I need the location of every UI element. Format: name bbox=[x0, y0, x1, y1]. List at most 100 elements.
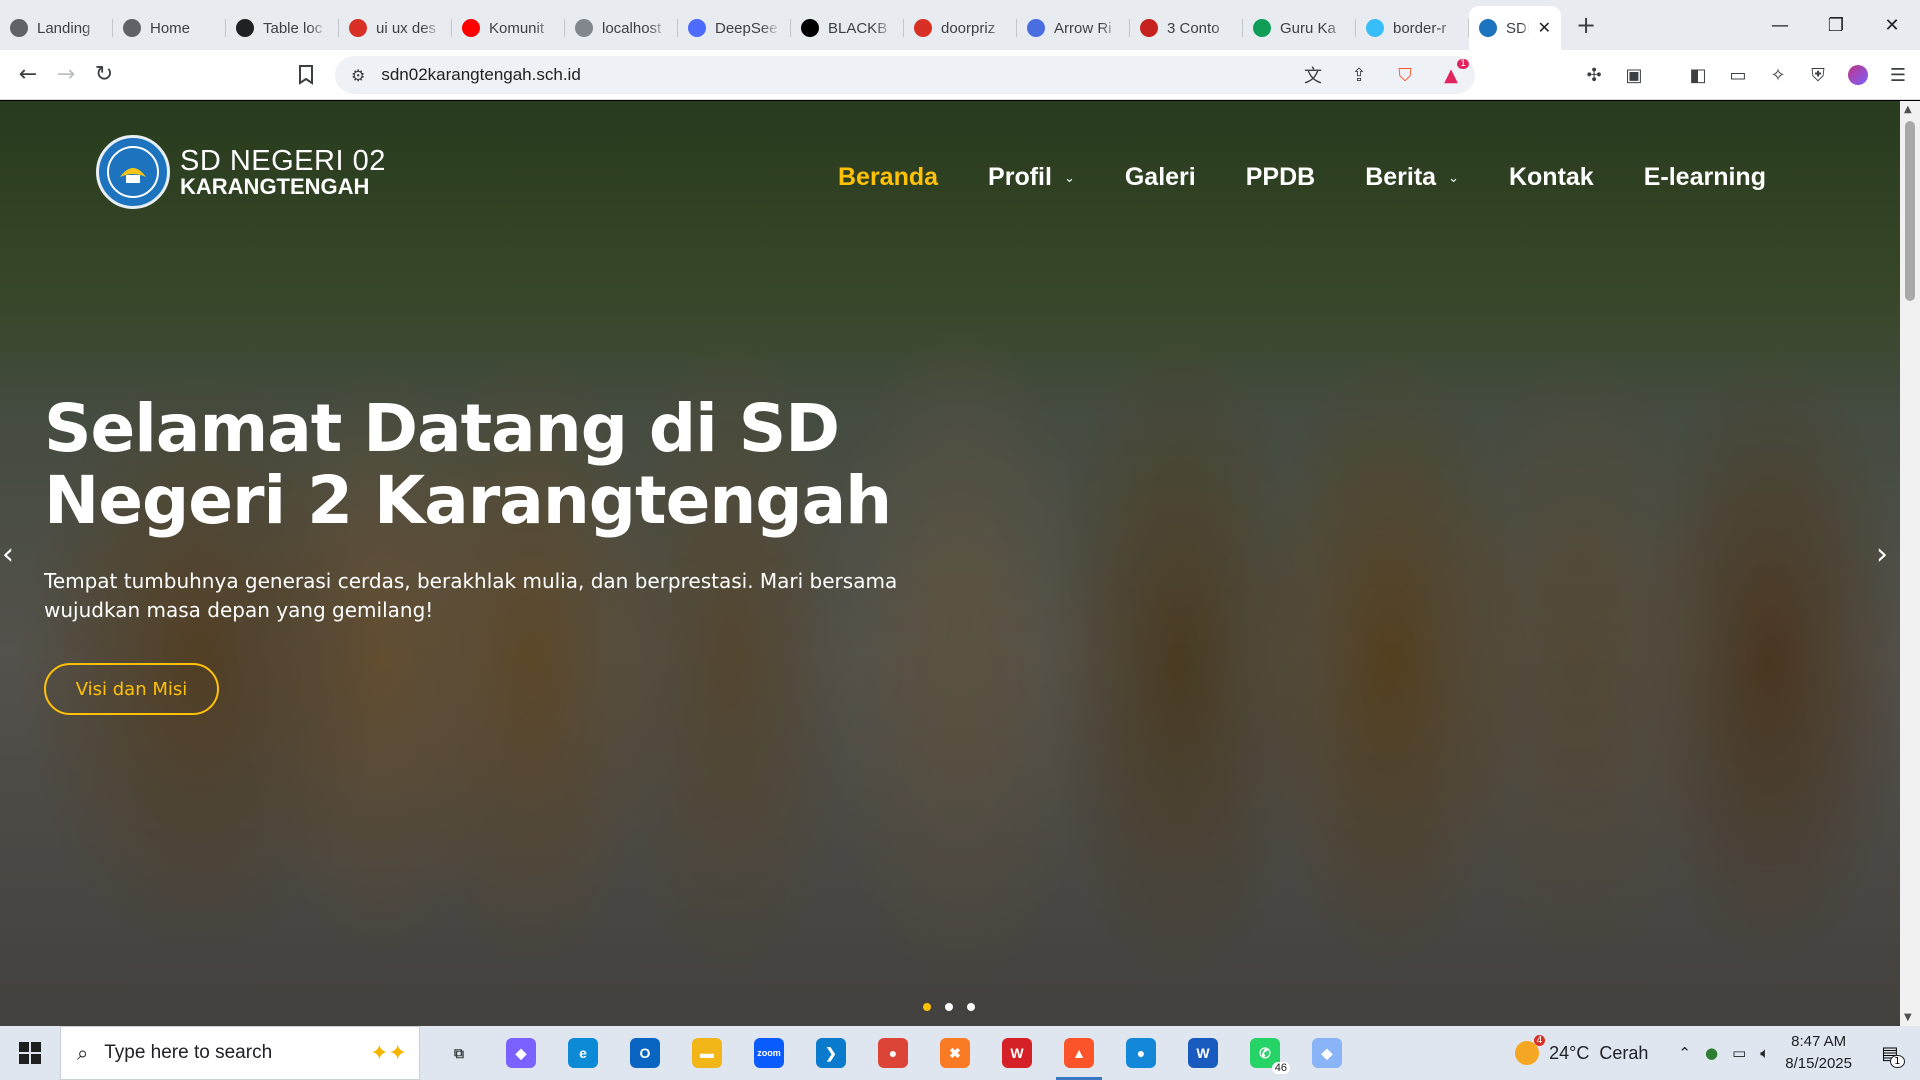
new-tab-button[interactable]: + bbox=[1567, 6, 1605, 44]
tab[interactable]: 3 Conto bbox=[1130, 9, 1243, 47]
tab[interactable]: Arrow Ri bbox=[1017, 9, 1130, 47]
vpn-icon[interactable]: ⛨ bbox=[1806, 63, 1830, 87]
onedrive-icon: ● bbox=[1126, 1038, 1156, 1068]
tab-title: DeepSee bbox=[715, 19, 778, 37]
tab[interactable]: Komunit bbox=[452, 9, 565, 47]
carousel-next-icon[interactable]: › bbox=[1876, 537, 1888, 572]
bookmark-button[interactable] bbox=[288, 57, 324, 93]
tab[interactable]: border-r bbox=[1356, 9, 1469, 47]
nav-item-kontak[interactable]: Kontak bbox=[1509, 163, 1594, 192]
extensions-icon[interactable]: ✣ bbox=[1582, 63, 1606, 87]
taskbar-app-brave[interactable]: ▲ bbox=[1048, 1026, 1110, 1080]
taskbar-app-gemini[interactable]: ◆ bbox=[1296, 1026, 1358, 1080]
arrow-right-icon: → bbox=[56, 62, 76, 87]
scroll-up-icon[interactable]: ▲ bbox=[1904, 104, 1912, 115]
taskbar-app-whatsapp[interactable]: ✆ 46 bbox=[1234, 1026, 1296, 1080]
taskbar-app-wps-office[interactable]: W bbox=[986, 1026, 1048, 1080]
profile-avatar-icon[interactable] bbox=[1846, 63, 1870, 87]
taskbar-clock[interactable]: 8:47 AM 8/15/2025 bbox=[1785, 1031, 1852, 1075]
brave-rewards-icon[interactable]: ▲ 1 bbox=[1439, 59, 1469, 87]
tab-title: Home bbox=[150, 19, 191, 37]
logo-line-2: KARANGTENGAH bbox=[180, 174, 370, 199]
nav-item-e-learning[interactable]: E-learning bbox=[1644, 163, 1766, 192]
minimize-button[interactable]: — bbox=[1752, 0, 1808, 50]
tab-title: Guru Ka bbox=[1280, 19, 1336, 37]
reload-button[interactable]: ↻ bbox=[86, 57, 122, 93]
carousel-dot[interactable] bbox=[967, 1003, 975, 1011]
site-logo[interactable]: SD NEGERI 02 KARANGTENGAH bbox=[96, 135, 386, 209]
search-highlight-icon: ✦✦ bbox=[370, 1040, 407, 1066]
taskbar-app-outlook[interactable]: O bbox=[614, 1026, 676, 1080]
battery-icon[interactable]: ▭ bbox=[1732, 1044, 1746, 1062]
tab-favicon-globe-icon bbox=[10, 19, 28, 37]
windows-taskbar: ⌕ Type here to search ✦✦ ⧉ ◆ e O ▬ zoom ❯ ● ✖ W ▲ ●… bbox=[0, 1026, 1920, 1080]
close-window-button[interactable]: ✕ bbox=[1864, 0, 1920, 50]
address-bar[interactable]: ⚙ sdn02karangtengah.sch.id 文 ⇪ ⛉ ▲ 1 bbox=[335, 56, 1475, 94]
tab[interactable]: Table loc bbox=[226, 9, 339, 47]
back-button[interactable]: ← bbox=[10, 57, 46, 93]
translate-icon[interactable]: 文 bbox=[1301, 63, 1325, 87]
start-button[interactable] bbox=[0, 1026, 60, 1080]
wallet-icon[interactable]: ▭ bbox=[1726, 63, 1750, 87]
tab[interactable]: ui ux des bbox=[339, 9, 452, 47]
tab-close-icon[interactable]: ✕ bbox=[1538, 18, 1551, 38]
taskbar-app-task-view[interactable]: ⧉ bbox=[428, 1026, 490, 1080]
nav-item-label: Berita bbox=[1365, 163, 1437, 191]
taskbar-app-edge[interactable]: e bbox=[552, 1026, 614, 1080]
maximize-button[interactable]: ❐ bbox=[1808, 0, 1864, 50]
nav-item-galeri[interactable]: Galeri bbox=[1125, 163, 1196, 192]
brave-shields-icon[interactable]: ⛉ bbox=[1393, 63, 1417, 87]
share-icon[interactable]: ⇪ bbox=[1347, 63, 1371, 87]
menu-icon[interactable]: ☰ bbox=[1886, 63, 1910, 87]
tab[interactable]: BLACKB bbox=[791, 9, 904, 47]
carousel-dot[interactable] bbox=[945, 1003, 953, 1011]
nav-item-profil[interactable]: Profil ⌄ bbox=[988, 163, 1075, 192]
tab[interactable]: DeepSee bbox=[678, 9, 791, 47]
page-scrollbar[interactable]: ▲ ▼ bbox=[1900, 101, 1920, 1026]
nav-item-ppdb[interactable]: PPDB bbox=[1246, 163, 1315, 192]
taskbar-app-chrome[interactable]: ● bbox=[862, 1026, 924, 1080]
taskbar-search[interactable]: ⌕ Type here to search ✦✦ bbox=[60, 1026, 420, 1080]
page-viewport: SD NEGERI 02 KARANGTENGAH Beranda Profil ⌄… bbox=[0, 101, 1920, 1026]
taskbar-app-vscode[interactable]: ❯ bbox=[800, 1026, 862, 1080]
scrollbar-thumb[interactable] bbox=[1905, 121, 1915, 301]
taskbar-app-word[interactable]: W bbox=[1172, 1026, 1234, 1080]
tab-title: Komunit bbox=[489, 19, 545, 37]
browser-toolbar: ← → ↻ ⚙ sdn02karangtengah.sch.id 文 ⇪ ⛉ ▲… bbox=[0, 50, 1920, 100]
nav-item-berita[interactable]: Berita ⌄ bbox=[1365, 163, 1459, 192]
tab-active[interactable]: SDN ✕ bbox=[1469, 6, 1561, 50]
tab-favicon-shield-icon bbox=[349, 19, 367, 37]
site-info-icon[interactable]: ⚙ bbox=[351, 66, 365, 85]
taskbar-app-zoom[interactable]: zoom bbox=[738, 1026, 800, 1080]
tab[interactable]: Home bbox=[113, 9, 226, 47]
tab-favicon-globe-icon bbox=[575, 19, 593, 37]
taskbar-app-copilot[interactable]: ◆ bbox=[490, 1026, 552, 1080]
reader-mode-icon[interactable]: ▣ bbox=[1622, 63, 1646, 87]
taskbar-app-file-explorer[interactable]: ▬ bbox=[676, 1026, 738, 1080]
carousel-prev-icon[interactable]: ‹ bbox=[2, 537, 14, 572]
taskbar-app-onedrive[interactable]: ● bbox=[1110, 1026, 1172, 1080]
tab[interactable]: localhost bbox=[565, 9, 678, 47]
carousel-dot[interactable] bbox=[923, 1003, 931, 1011]
clock-time: 8:47 AM bbox=[1791, 1033, 1847, 1050]
sidebar-icon[interactable]: ◧ bbox=[1686, 63, 1710, 87]
volume-icon[interactable]: 🔈︎ bbox=[1760, 1044, 1769, 1062]
notification-center-button[interactable]: ▤ 1 bbox=[1870, 1033, 1910, 1073]
forward-button[interactable]: → bbox=[48, 57, 84, 93]
visi-misi-button[interactable]: Visi dan Misi bbox=[44, 663, 219, 715]
nav-item-beranda[interactable]: Beranda bbox=[838, 163, 938, 192]
tab-favicon-blackbox-icon bbox=[801, 19, 819, 37]
search-placeholder: Type here to search bbox=[104, 1042, 273, 1063]
tab[interactable]: doorpriz bbox=[904, 9, 1017, 47]
security-icon[interactable]: ● bbox=[1705, 1044, 1718, 1062]
tab[interactable]: Landing bbox=[0, 9, 113, 47]
show-hidden-icons-icon[interactable]: ⌃ bbox=[1678, 1044, 1691, 1062]
taskbar-app-xampp[interactable]: ✖ bbox=[924, 1026, 986, 1080]
weather-widget[interactable]: 4 24°C Cerah bbox=[1515, 1035, 1648, 1065]
browser-tab-strip: Landing Home Table loc ui ux des Komunit loca… bbox=[0, 0, 1920, 50]
tab-favicon-chart-icon bbox=[1253, 19, 1271, 37]
scroll-down-icon[interactable]: ▼ bbox=[1904, 1012, 1912, 1023]
address-url[interactable]: sdn02karangtengah.sch.id bbox=[381, 65, 580, 85]
tab[interactable]: Guru Ka bbox=[1243, 9, 1356, 47]
leo-ai-icon[interactable]: ✧ bbox=[1766, 63, 1790, 87]
